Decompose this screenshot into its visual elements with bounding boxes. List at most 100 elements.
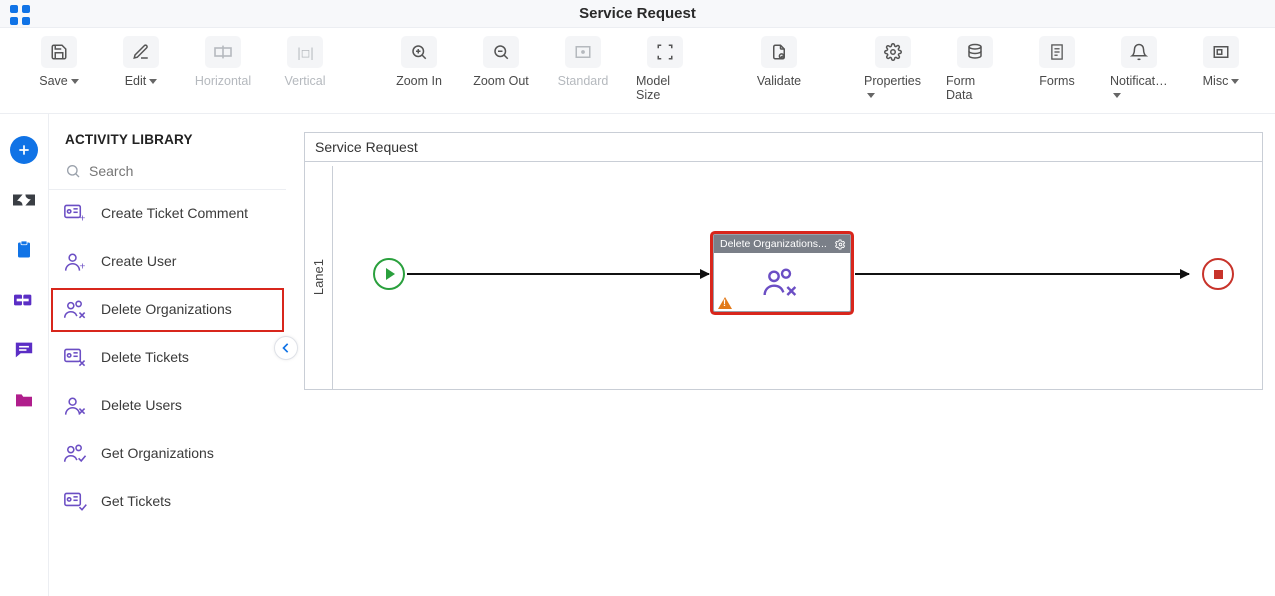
rail-zendesk-icon[interactable] [10,186,38,214]
search-icon [65,163,81,179]
model-size-button[interactable]: Model Size [636,36,694,102]
save-icon [50,43,68,61]
page-title: Service Request [579,5,696,22]
zoom-in-button[interactable]: Zoom In [390,36,448,88]
activity-label: Get Tickets [101,493,171,511]
zoom-standard-label: Standard [558,74,609,88]
form-data-label: Form Data [946,74,1004,102]
activity-node-delete-organizations[interactable]: Delete Organizations... [713,234,851,312]
org-delete-icon [63,297,89,323]
notifications-label: Notificat… [1110,74,1168,88]
model-size-icon [656,43,674,61]
activity-sidebar: ACTIVITY LIBRARY + Create Ticket Comment… [48,114,286,596]
edit-label: Edit [125,74,147,88]
save-label: Save [39,74,68,88]
bell-icon [1130,43,1148,61]
org-delete-icon [762,267,802,299]
edit-button[interactable]: Edit [112,36,170,88]
canvas-area[interactable]: Service Request Lane1 Delete Organizatio… [286,114,1275,596]
activity-node-body [714,253,850,313]
activity-label: Delete Users [101,397,182,415]
activity-list: + Create Ticket Comment + Create User De… [49,190,286,526]
save-button[interactable]: Save [30,36,88,88]
rail-clipboard-icon[interactable] [10,236,38,264]
rail-add-button[interactable] [10,136,38,164]
zoom-out-label: Zoom Out [473,74,529,88]
properties-button[interactable]: Properties [864,36,922,102]
edge-start-to-activity[interactable] [407,273,709,275]
misc-button[interactable]: Misc [1192,36,1250,88]
ticket-get-icon [63,489,89,515]
activity-item-delete-tickets[interactable]: Delete Tickets [49,334,286,382]
misc-label: Misc [1203,74,1229,88]
sidebar-heading: ACTIVITY LIBRARY [49,114,286,157]
process-canvas[interactable]: Service Request Lane1 Delete Organizatio… [304,132,1263,390]
ticket-delete-icon [63,345,89,371]
svg-text:+: + [79,214,85,225]
validate-button[interactable]: Validate [750,36,808,88]
gear-icon[interactable] [835,239,846,250]
properties-label: Properties [864,74,921,88]
start-node[interactable] [373,258,405,290]
caret-icon [149,79,157,84]
activity-node-header[interactable]: Delete Organizations... [714,235,850,253]
model-size-label: Model Size [636,74,694,102]
activity-item-create-user[interactable]: + Create User [49,238,286,286]
caret-icon [1231,79,1239,84]
zoom-in-icon [410,43,428,61]
sidebar-collapse-button[interactable] [274,336,298,360]
activity-item-delete-users[interactable]: Delete Users [49,382,286,430]
edge-activity-to-end[interactable] [855,273,1189,275]
database-icon [966,43,984,61]
search-row [49,157,286,190]
activity-item-create-ticket-comment[interactable]: + Create Ticket Comment [49,190,286,238]
activity-label: Delete Organizations [101,301,232,319]
notifications-button[interactable]: Notificat… [1110,36,1168,102]
gear-icon [884,43,902,61]
zoom-out-icon [492,43,510,61]
activity-label: Get Organizations [101,445,214,463]
lane-label: Lane1 [311,259,326,295]
page-header: Service Request [0,0,1275,28]
validate-label: Validate [757,74,801,88]
zoom-out-button[interactable]: Zoom Out [472,36,530,88]
left-rail [0,114,48,596]
user-delete-icon [63,393,89,419]
align-horizontal-button: Horizontal [194,36,252,88]
align-vertical-label: Vertical [285,74,326,88]
activity-item-get-tickets[interactable]: Get Tickets [49,478,286,526]
search-input[interactable] [89,163,270,179]
lane-label-column[interactable]: Lane1 [305,166,333,389]
rail-integration-icon[interactable] [10,286,38,314]
forms-icon [1049,43,1065,61]
fit-standard-icon [574,44,592,60]
align-vertical-icon: |□| [295,45,315,60]
process-name[interactable]: Service Request [305,133,1262,162]
forms-label: Forms [1039,74,1074,88]
end-node[interactable] [1202,258,1234,290]
activity-label: Delete Tickets [101,349,189,367]
caret-icon [867,93,875,98]
align-horizontal-icon [213,44,233,60]
activity-label: Create Ticket Comment [101,205,248,223]
activity-item-get-organizations[interactable]: Get Organizations [49,430,286,478]
edit-icon [132,43,150,61]
misc-icon [1212,44,1230,60]
rail-folder-icon[interactable] [10,386,38,414]
zoom-in-label: Zoom In [396,74,442,88]
toolbar: Save Edit Horizontal |□| Vertical Zoom I… [0,28,1275,114]
validate-icon [770,43,788,61]
caret-icon [1113,93,1121,98]
activity-item-delete-organizations[interactable]: Delete Organizations [49,286,286,334]
zoom-standard-button: Standard [554,36,612,88]
align-vertical-button: |□| Vertical [276,36,334,88]
app-switcher-icon[interactable] [10,5,32,27]
forms-button[interactable]: Forms [1028,36,1086,88]
ticket-comment-icon: + [63,201,89,227]
svg-text:+: + [79,262,85,273]
user-plus-icon: + [63,249,89,275]
form-data-button[interactable]: Form Data [946,36,1004,102]
activity-node-title: Delete Organizations... [720,238,827,250]
rail-chat-icon[interactable] [10,336,38,364]
lane-body[interactable]: Delete Organizations... [333,166,1262,389]
